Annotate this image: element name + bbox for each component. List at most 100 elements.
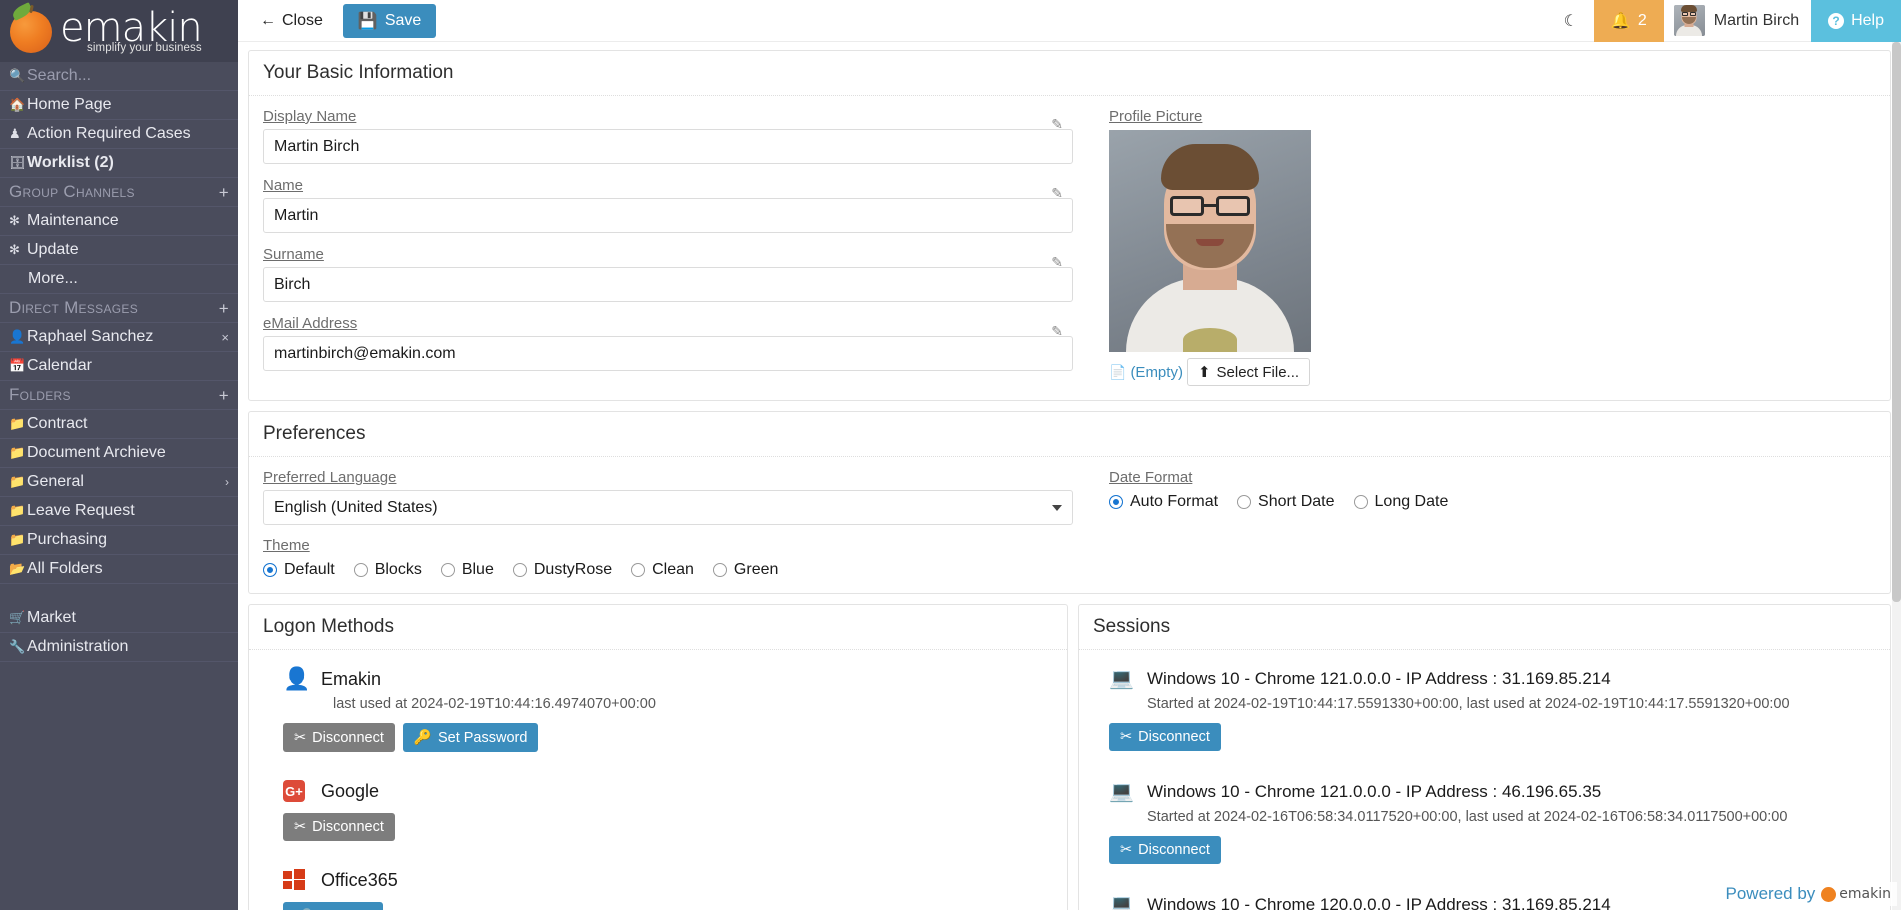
sidebar-item-document-archieve[interactable]: 📁 Document Archieve: [0, 439, 238, 468]
sidebar-item-maintenance[interactable]: ✻ Maintenance: [0, 207, 238, 236]
button-label: Disconnect: [1138, 842, 1210, 858]
select-file-button[interactable]: ⬆ Select File...: [1186, 358, 1311, 386]
key-icon: 🔑: [413, 730, 432, 746]
disconnect-session-button[interactable]: ✂ Disconnect: [1109, 723, 1221, 751]
theme-option-blue[interactable]: Blue: [440, 561, 494, 579]
sidebar-item-label: Purchasing: [27, 531, 108, 548]
date-format-option-label: Auto Format: [1130, 493, 1219, 510]
search-input[interactable]: 🔍 Search...: [0, 62, 238, 91]
dark-mode-toggle[interactable]: ☾: [1548, 11, 1594, 31]
sidebar-item-leave-request[interactable]: 📁 Leave Request: [0, 497, 238, 526]
add-group-channel-button[interactable]: +: [219, 184, 229, 201]
sidebar-item-raphael-sanchez[interactable]: 👤 Raphael Sanchez ×: [0, 323, 238, 352]
help-button-label: Help: [1851, 11, 1884, 29]
name-input[interactable]: [263, 198, 1073, 233]
button-label: Disconnect: [312, 729, 384, 746]
save-button[interactable]: 💾 Save: [342, 3, 437, 38]
basic-information-fields: Display Name ✎ Name ✎ Surname: [263, 108, 1073, 386]
surname-input[interactable]: [263, 267, 1073, 302]
search-placeholder: Search...: [27, 67, 92, 84]
close-icon[interactable]: ×: [221, 330, 229, 345]
logon-method-name: Google: [321, 780, 380, 801]
theme-option-default[interactable]: Default: [263, 561, 335, 579]
sidebar-item-purchasing[interactable]: 📁 Purchasing: [0, 526, 238, 555]
email-input[interactable]: [263, 336, 1073, 371]
google-plus-icon: G+: [283, 780, 305, 802]
chevron-right-icon[interactable]: ›: [225, 475, 229, 489]
set-password-button[interactable]: 🔑 Set Password: [402, 723, 539, 752]
laptop-icon: 💻: [1109, 781, 1134, 803]
sidebar-item-all-folders[interactable]: 📂 All Folders: [0, 555, 238, 584]
sidebar-item-label: Home Page: [27, 96, 112, 113]
radio-dot-icon: [1109, 495, 1123, 509]
question-mark-icon: ?: [1828, 12, 1845, 29]
sidebar-item-action-required-cases[interactable]: ♟ Action Required Cases: [0, 120, 238, 149]
theme-option-clean[interactable]: Clean: [631, 561, 694, 579]
edit-pencil-icon[interactable]: ✎: [1051, 255, 1063, 269]
button-label: Disconnect: [312, 819, 384, 835]
add-direct-message-button[interactable]: +: [219, 300, 229, 317]
connect-office365-button[interactable]: 🔗 Connect: [283, 902, 384, 910]
sidebar-item-market[interactable]: 🛒 Market: [0, 604, 238, 633]
sidebar-item-label: Contract: [27, 415, 88, 432]
profile-picture-empty-label[interactable]: (Empty): [1130, 364, 1183, 381]
folder-icon: 📁: [9, 474, 26, 489]
edit-pencil-icon[interactable]: ✎: [1051, 117, 1063, 131]
display-name-input[interactable]: [263, 129, 1073, 164]
date-format-option-auto[interactable]: Auto Format: [1109, 493, 1218, 511]
edit-pencil-icon[interactable]: ✎: [1051, 324, 1063, 338]
add-folder-button[interactable]: +: [219, 387, 229, 404]
action-required-icon: ♟: [9, 126, 21, 141]
app-root: emakin simplify your business 🔍 Search..…: [0, 0, 1901, 910]
sidebar-item-administration[interactable]: 🔧 Administration: [0, 633, 238, 662]
session-title: Windows 10 - Chrome 121.0.0.0 - IP Addre…: [1147, 781, 1602, 801]
theme-option-label: DustyRose: [533, 561, 613, 578]
basic-information-card: Your Basic Information Display Name ✎ Na…: [248, 50, 1891, 401]
theme-option-dustyrose[interactable]: DustyRose: [512, 561, 613, 579]
email-field: eMail Address ✎: [263, 315, 1073, 371]
main-area: ← Close 💾 Save ☾ 🔔 2 Martin Birch ? Help…: [238, 0, 1901, 910]
sidebar-item-label: Leave Request: [27, 502, 135, 519]
profile-picture-label: Profile Picture: [1109, 108, 1203, 125]
laptop-icon: 💻: [1109, 668, 1134, 690]
radio-dot-icon: [512, 563, 527, 577]
sidebar: emakin simplify your business 🔍 Search..…: [0, 0, 238, 910]
disconnect-google-button[interactable]: ✂ Disconnect: [283, 813, 395, 841]
date-format-option-label: Short Date: [1258, 493, 1335, 510]
user-menu[interactable]: Martin Birch: [1664, 5, 1811, 36]
sidebar-item-label: Market: [27, 609, 76, 626]
theme-option-label: Clean: [652, 561, 694, 578]
vertical-scrollbar[interactable]: [1892, 42, 1901, 910]
date-format-option-long[interactable]: Long Date: [1353, 493, 1449, 511]
sidebar-item-contract[interactable]: 📁 Contract: [0, 410, 238, 439]
sidebar-item-calendar[interactable]: 📅 Calendar: [0, 352, 238, 381]
logon-method-google: G+ Google ✂ Disconnect: [249, 758, 1067, 847]
sidebar-item-general[interactable]: 📁 General ›: [0, 468, 238, 497]
brand-header[interactable]: emakin simplify your business: [0, 0, 238, 62]
date-format-option-short[interactable]: Short Date: [1237, 493, 1335, 511]
sidebar-item-worklist[interactable]: 🗄 Worklist (2): [0, 149, 238, 178]
windows-icon: [283, 869, 305, 891]
sidebar-item-home-page[interactable]: 🏠 Home Page: [0, 91, 238, 120]
sidebar-item-more[interactable]: More...: [0, 265, 238, 294]
theme-option-blocks[interactable]: Blocks: [353, 561, 422, 579]
sidebar-item-update[interactable]: ✻ Update: [0, 236, 238, 265]
preferences-title: Preferences: [249, 412, 1890, 457]
theme-option-green[interactable]: Green: [712, 561, 778, 579]
edit-pencil-icon[interactable]: ✎: [1051, 186, 1063, 200]
notifications-button[interactable]: 🔔 2: [1593, 0, 1664, 42]
help-button[interactable]: ? Help: [1811, 0, 1901, 42]
sidebar-item-label: All Folders: [27, 560, 103, 577]
close-button[interactable]: ← Close: [252, 8, 331, 34]
date-format-option-label: Long Date: [1374, 493, 1449, 510]
disconnect-session-button[interactable]: ✂ Disconnect: [1109, 836, 1221, 864]
save-icon: 💾: [357, 12, 378, 30]
scrollbar-thumb[interactable]: [1892, 42, 1901, 602]
disconnect-emakin-button[interactable]: ✂ Disconnect: [283, 723, 395, 752]
search-icon: 🔍: [9, 68, 26, 83]
preferred-language-select[interactable]: [263, 490, 1073, 525]
notification-count: 2: [1637, 11, 1647, 29]
sidebar-item-label: General: [27, 473, 84, 490]
folder-icon: 📁: [9, 503, 26, 518]
